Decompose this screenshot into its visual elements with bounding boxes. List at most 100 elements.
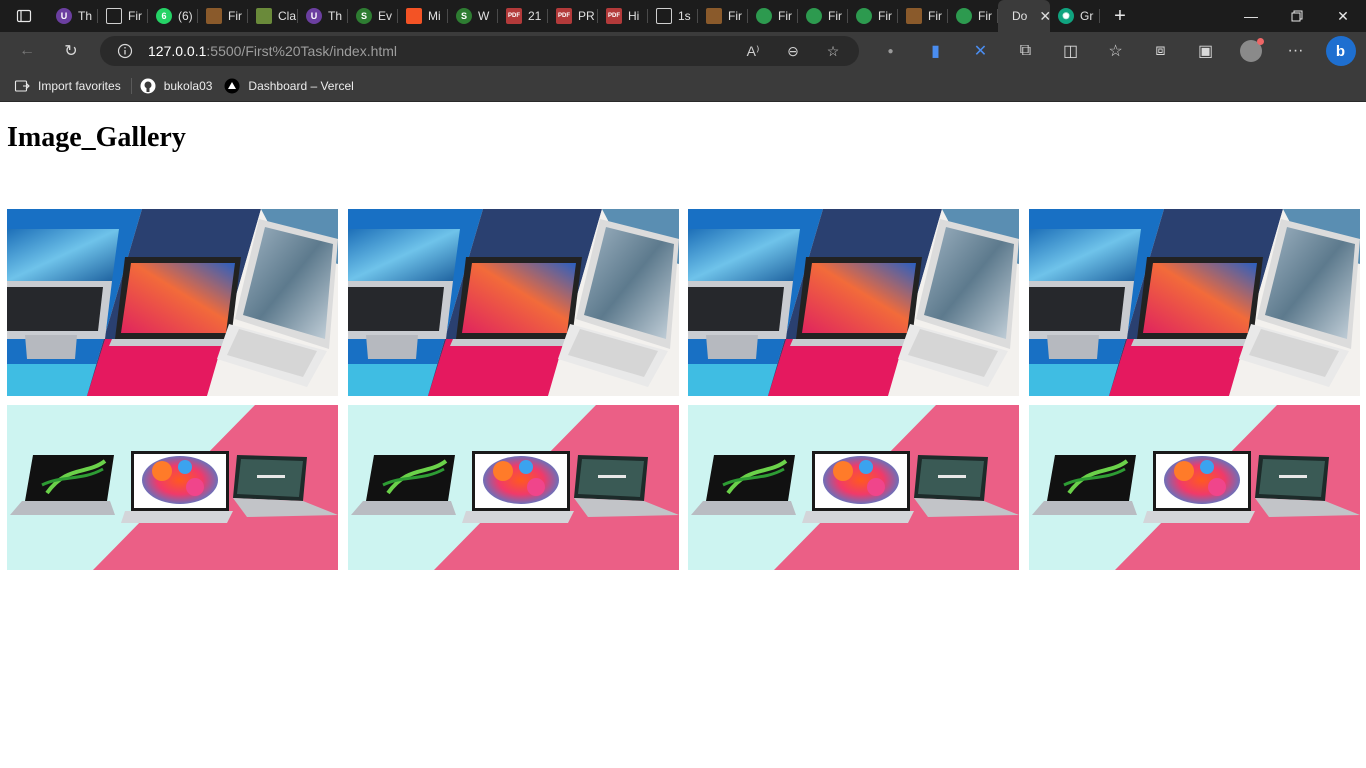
extension-dot-icon: ● [887,45,894,57]
tab-label: Th [328,9,343,23]
tab[interactable]: Fir [198,0,248,32]
github-icon [140,78,156,94]
tab[interactable]: PDF 21 [498,0,548,32]
page-content: Image_Gallery [0,103,1366,768]
classroom-icon [706,8,722,24]
browser-essentials-button[interactable]: ▣ [1183,32,1228,70]
tab[interactable]: Fir [798,0,848,32]
pdf-icon: PDF [506,8,522,24]
tab[interactable]: PDF PR [548,0,598,32]
laptops-diagonal-image [7,209,338,396]
refresh-button[interactable]: ↻ [52,32,90,70]
tab[interactable]: Fir [748,0,798,32]
close-icon[interactable]: ✕ [1039,8,1050,25]
microsoft-icon [406,8,422,24]
image-gallery [7,209,1360,570]
new-tab-button[interactable]: + [1100,0,1140,32]
info-icon [117,43,133,59]
favorite-label: Import favorites [38,78,121,93]
tab[interactable]: Cla [248,0,298,32]
tab[interactable]: U Th [48,0,98,32]
tab-label: Ev [378,9,393,23]
tab-label: Fir [128,9,142,23]
tab-actions-button[interactable] [0,0,48,32]
whatsapp-icon: 6 [156,8,172,24]
drive-icon [956,8,972,24]
gallery-image [347,405,679,570]
refresh-icon: ↻ [64,43,78,60]
extension-button[interactable]: ● [868,32,913,70]
favorite-vercel[interactable]: Dashboard – Vercel [222,74,363,98]
extensions-button[interactable]: ⧉ [1003,32,1048,70]
tab[interactable]: Mi [398,0,448,32]
favorite-label: Dashboard – Vercel [248,78,354,93]
collections-button[interactable]: ⧈ [1138,32,1183,70]
back-arrow-icon: ← [19,42,35,59]
tab-label: 1s [678,9,691,23]
copilot-button[interactable]: b [1318,32,1363,70]
classroom-icon [256,8,272,24]
tab[interactable]: Fir [848,0,898,32]
tab-label: Fir [228,9,242,23]
toolbar-right: ● ▮ ✕ ⧉ ◫ ☆ ⧈ ▣ ··· b [868,32,1363,70]
zoom-out-icon[interactable]: ⊖ [775,43,811,60]
site-info-button[interactable] [108,43,142,59]
split-screen-button[interactable]: ◫ [1048,32,1093,70]
address-bar[interactable]: 127.0.0.1:5500/First%20Task/index.html A… [100,36,859,66]
laptops-pink-mint-image [1028,405,1360,570]
favorite-star-icon[interactable]: ☆ [815,43,851,60]
settings-menu-button[interactable]: ··· [1273,32,1318,70]
favorite-import[interactable]: Import favorites [12,74,131,98]
browser-essentials-icon: ▣ [1197,43,1214,60]
pdf-icon: PDF [606,8,622,24]
url-text[interactable]: 127.0.0.1:5500/First%20Task/index.html [148,43,397,59]
gallery-image [1028,405,1360,570]
favorites-bar: Import favorites bukola03 Dashboard – Ve… [0,70,1366,102]
favorite-github[interactable]: bukola03 [138,74,223,98]
translate-extension-icon: ✕ [973,43,988,60]
laptops-pink-mint-image [688,405,1019,570]
s-icon: S [456,8,472,24]
profile-button[interactable] [1228,32,1273,70]
tab[interactable]: U Th [298,0,348,32]
tab[interactable]: Fir [898,0,948,32]
read-aloud-icon[interactable]: A⁾ [735,43,771,60]
tab-label: (6) [178,9,193,23]
tab-label: PR [578,9,595,23]
tab[interactable]: 6 (6) [148,0,198,32]
tab[interactable]: S Ev [348,0,398,32]
tab[interactable]: Fir [948,0,998,32]
tab[interactable]: 1s [648,0,698,32]
tab-strip: U Th Fir 6 (6) Fir Cla U Th S Ev Mi S W PDF 21 PDF PR PDF H… [0,0,1366,32]
tab-active[interactable]: Do ✕ [998,0,1050,32]
tab-list: U Th Fir 6 (6) Fir Cla U Th S Ev Mi S W PDF 21 PDF PR PDF H… [48,0,998,32]
vercel-icon [224,78,240,94]
tab-label: Fir [828,9,842,23]
extension-button[interactable]: ▮ [913,32,958,70]
import-favorites-icon [14,78,30,94]
address-bar-actions: A⁾ ⊖ ☆ [735,43,859,60]
tab-chatgpt[interactable]: ✺ Gr [1050,0,1100,32]
extension-button[interactable]: ✕ [958,32,1003,70]
laptops-pink-mint-image [347,405,679,570]
back-button[interactable]: ← [8,32,46,70]
laptops-diagonal-image [347,209,679,396]
minimize-button[interactable]: — [1228,0,1274,32]
tab[interactable]: SW [448,0,498,32]
tab-actions-icon [16,9,32,23]
drive-icon [806,8,822,24]
minimize-icon: — [1244,8,1258,24]
close-window-button[interactable]: ✕ [1320,0,1366,32]
tab[interactable]: Fir [698,0,748,32]
chatgpt-icon: ✺ [1058,8,1074,24]
blue-extension-icon: ▮ [931,43,940,60]
split-screen-icon: ◫ [1062,43,1079,60]
tab[interactable]: Fir [98,0,148,32]
collections-icon: ⧈ [1155,42,1166,59]
classroom-icon [206,8,222,24]
favorites-button[interactable]: ☆ [1093,32,1138,70]
avatar [1239,38,1264,62]
tab[interactable]: PDF Hi [598,0,648,32]
window-controls: — ✕ [1228,0,1366,32]
restore-button[interactable] [1274,0,1320,32]
